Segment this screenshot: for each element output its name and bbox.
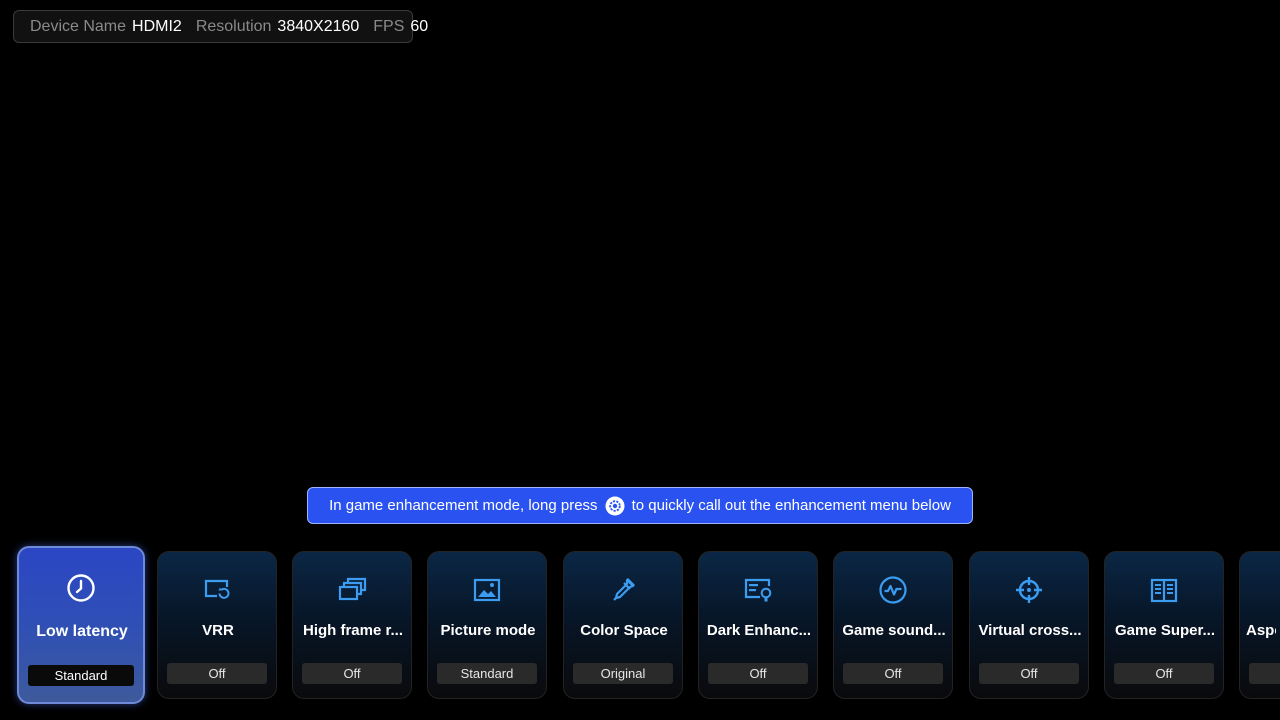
device-name-value: HDMI2 <box>132 17 182 35</box>
card-value: Off <box>302 663 402 684</box>
card-dark-enhancement[interactable]: Dark Enhanc... Off <box>698 551 818 699</box>
card-high-frame-rate[interactable]: High frame r... Off <box>292 551 412 699</box>
eyedropper-icon <box>564 575 682 605</box>
card-title: High frame r... <box>302 622 404 639</box>
fps-value: 60 <box>410 17 429 35</box>
card-value: Original <box>573 663 673 684</box>
refresh-screen-icon <box>158 575 276 605</box>
card-title: VRR <box>202 622 234 639</box>
hint-text-after: to quickly call out the enhancement menu… <box>631 497 951 514</box>
gear-button-icon <box>605 496 625 516</box>
card-title: Game sound... <box>842 622 946 639</box>
stacked-frames-icon <box>293 575 411 605</box>
card-title: Low latency <box>36 623 128 640</box>
clock-icon <box>19 573 143 603</box>
card-title: Virtual cross... <box>978 622 1082 639</box>
card-low-latency[interactable]: Low latency Standard <box>17 546 145 704</box>
device-info-bar: Device Name HDMI2 Resolution 3840X2160 F… <box>13 10 428 43</box>
card-color-space[interactable]: Color Space Original <box>563 551 683 699</box>
card-value: Standard <box>437 663 537 684</box>
enhancement-menu: Low latency Standard VRR Off High frame … <box>0 545 1280 705</box>
card-value: Off <box>167 663 267 684</box>
card-aspect-ratio[interactable]: Aspe <box>1239 551 1280 699</box>
card-game-sound[interactable]: Game sound... Off <box>833 551 953 699</box>
card-virtual-crosshair[interactable]: Virtual cross... Off <box>969 551 1089 699</box>
picture-icon <box>428 575 546 605</box>
card-title: Dark Enhanc... <box>706 622 812 639</box>
hint-toast: In game enhancement mode, long press to … <box>307 487 973 524</box>
card-title: Game Super... <box>1114 622 1216 639</box>
card-value: Off <box>843 663 943 684</box>
card-value: Standard <box>28 665 134 686</box>
card-value: Off <box>1114 663 1214 684</box>
fps-label: FPS <box>373 17 405 35</box>
card-value <box>1249 663 1280 684</box>
card-title: Aspe <box>1246 622 1276 639</box>
card-picture-mode[interactable]: Picture mode Standard <box>427 551 547 699</box>
screen-bulb-icon <box>699 575 817 605</box>
resolution-value: 3840X2160 <box>277 17 360 35</box>
book-grid-icon <box>1105 575 1223 605</box>
waveform-icon <box>834 575 952 605</box>
card-vrr[interactable]: VRR Off <box>157 551 277 699</box>
card-value: Off <box>979 663 1079 684</box>
hint-text-before: In game enhancement mode, long press <box>329 497 598 514</box>
resolution-label: Resolution <box>195 17 272 35</box>
card-value: Off <box>708 663 808 684</box>
crosshair-icon <box>970 575 1088 605</box>
device-name-label: Device Name <box>30 17 127 35</box>
card-title: Color Space <box>580 622 668 639</box>
card-title: Picture mode <box>440 622 536 639</box>
card-game-super[interactable]: Game Super... Off <box>1104 551 1224 699</box>
